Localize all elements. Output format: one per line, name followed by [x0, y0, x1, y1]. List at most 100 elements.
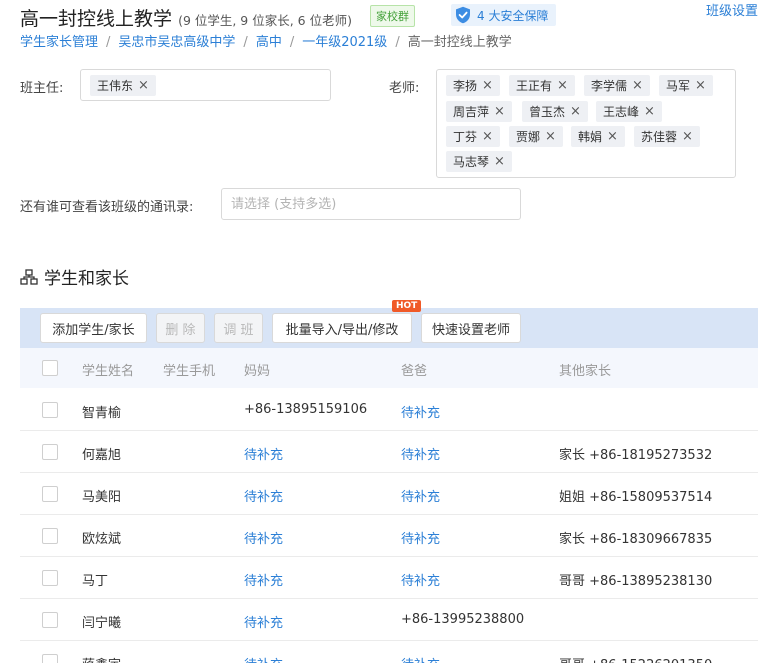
- remove-chip-icon[interactable]: ×: [557, 78, 568, 93]
- row-checkbox[interactable]: [42, 486, 58, 502]
- chip-label: 曾玉杰: [529, 105, 566, 119]
- dad-cell[interactable]: 待补充: [401, 528, 440, 547]
- dad-cell[interactable]: 待补充: [401, 654, 440, 663]
- teacher-chip: 李扬 ×: [446, 75, 500, 96]
- students-parents-section-title: 学生和家长: [20, 264, 129, 289]
- add-student-parent-button[interactable]: 添加学生/家长: [40, 313, 147, 343]
- chip-label: 马志琴: [453, 155, 490, 169]
- table-toolbar: 添加学生/家长 删 除 调 班 批量导入/导出/修改 快速设置老师: [20, 308, 758, 348]
- teacher-chip: 马军 ×: [659, 75, 713, 96]
- dad-cell: +86-13995238800: [401, 612, 525, 627]
- mom-cell[interactable]: 待补充: [244, 570, 283, 589]
- chip-label: 苏佳蓉: [641, 130, 678, 144]
- student-name-cell: 马丁: [82, 574, 109, 589]
- batch-import-export-button[interactable]: 批量导入/导出/修改: [272, 313, 412, 343]
- teacher-chip: 曾玉杰 ×: [522, 101, 588, 122]
- breadcrumb-separator: /: [106, 35, 111, 50]
- remove-chip-icon[interactable]: ×: [494, 154, 505, 169]
- viewers-select[interactable]: [221, 188, 521, 220]
- shield-check-icon: [456, 6, 470, 24]
- select-all-checkbox[interactable]: [42, 360, 58, 376]
- head-teacher-select[interactable]: 王伟东 ×: [80, 69, 331, 101]
- breadcrumb: 学生家长管理 / 吴忠市吴忠高级中学 / 高中 / 一年级2021级 / 高一封控线上教学: [20, 31, 512, 50]
- home-school-group-tag[interactable]: 家校群: [370, 5, 415, 27]
- mom-cell[interactable]: 待补充: [244, 486, 283, 505]
- table-row[interactable]: 闫宁曦 待补充 +86-13995238800: [20, 599, 758, 641]
- remove-chip-icon[interactable]: ×: [682, 129, 693, 144]
- remove-chip-icon[interactable]: ×: [545, 129, 556, 144]
- other-parent-cell: 哥哥 +86-15226201350: [559, 654, 712, 663]
- breadcrumb-separator: /: [243, 35, 248, 50]
- teacher-chip: 贾娜 ×: [509, 126, 563, 147]
- teachers-label: 老师:: [389, 81, 420, 96]
- dad-cell[interactable]: 待补充: [401, 444, 440, 463]
- table-row[interactable]: 马美阳 待补充 待补充 姐姐 +86-15809537514: [20, 473, 758, 515]
- row-checkbox[interactable]: [42, 444, 58, 460]
- teacher-chip: 马志琴 ×: [446, 151, 512, 172]
- org-tree-icon: [20, 268, 38, 285]
- remove-chip-icon[interactable]: ×: [494, 104, 505, 119]
- teacher-chip: 丁芬 ×: [446, 126, 500, 147]
- quick-set-teacher-button[interactable]: 快速设置老师: [421, 313, 521, 343]
- mom-cell[interactable]: 待补充: [244, 612, 283, 631]
- student-name-cell: 智青榆: [82, 406, 122, 421]
- chip-label: 丁芬: [453, 130, 478, 144]
- remove-chip-icon[interactable]: ×: [644, 104, 655, 119]
- dad-cell[interactable]: 待补充: [401, 570, 440, 589]
- transfer-class-button[interactable]: 调 班: [214, 313, 263, 343]
- row-checkbox[interactable]: [42, 528, 58, 544]
- chip-label: 王志峰: [603, 105, 640, 119]
- table-row[interactable]: 马丁 待补充 待补充 哥哥 +86-13895238130: [20, 557, 758, 599]
- teacher-chip: 王志峰 ×: [596, 101, 662, 122]
- remove-chip-icon[interactable]: ×: [570, 104, 581, 119]
- teacher-chip: 李学儒 ×: [584, 75, 650, 96]
- remove-chip-icon[interactable]: ×: [632, 78, 643, 93]
- teacher-chip: 周吉萍 ×: [446, 101, 512, 122]
- viewers-label: 还有谁可查看该班级的通讯录:: [20, 200, 194, 215]
- breadcrumb-item[interactable]: 吴忠市吴忠高级中学: [118, 35, 235, 50]
- row-checkbox[interactable]: [42, 402, 58, 418]
- table-row[interactable]: 欧炫斌 待补充 待补充 家长 +86-18309667835: [20, 515, 758, 557]
- breadcrumb-separator: /: [289, 35, 295, 50]
- security-badge[interactable]: 4 大安全保障: [451, 4, 557, 26]
- dad-cell[interactable]: 待补充: [401, 486, 440, 505]
- table-header: 学生姓名 学生手机 妈妈 爸爸 其他家长: [20, 348, 758, 388]
- breadcrumb-item[interactable]: 高中: [256, 35, 282, 50]
- chip-label: 王伟东: [97, 79, 134, 93]
- student-name-cell: 欧炫斌: [82, 532, 122, 547]
- remove-chip-icon[interactable]: ×: [482, 78, 493, 93]
- table-row[interactable]: 蒋鑫宇 待补充 待补充 哥哥 +86-15226201350: [20, 641, 758, 663]
- column-header: 爸爸: [401, 364, 428, 379]
- remove-chip-icon[interactable]: ×: [607, 129, 618, 144]
- teachers-select[interactable]: 李扬 × 王正有 × 李学儒 × 马军 × 周吉萍 × 曾玉杰 × 王志峰 × 丁芬 × 贾娜 ×…: [436, 69, 736, 178]
- remove-chip-icon[interactable]: ×: [138, 78, 149, 93]
- teacher-chip: 王正有 ×: [509, 75, 575, 96]
- row-checkbox[interactable]: [42, 612, 58, 628]
- remove-chip-icon[interactable]: ×: [695, 78, 706, 93]
- student-name-cell: 蒋鑫宇: [82, 654, 121, 663]
- row-checkbox[interactable]: [42, 654, 58, 663]
- dad-cell[interactable]: 待补充: [401, 402, 440, 421]
- section-title-text: 学生和家长: [44, 269, 129, 289]
- mom-cell[interactable]: 待补充: [244, 444, 283, 463]
- table-row[interactable]: 智青榆 +86-13895159106 待补充: [20, 389, 758, 431]
- class-name: 高一封控线上教学: [20, 8, 173, 30]
- breadcrumb-item[interactable]: 一年级2021级: [302, 35, 387, 50]
- member-counts: (9 位学生, 9 位家长, 6 位老师): [178, 13, 352, 28]
- student-name-cell: 何嘉旭: [82, 448, 122, 463]
- student-name-cell: 闫宁曦: [82, 616, 122, 631]
- mom-cell[interactable]: 待补充: [244, 654, 283, 663]
- chip-label: 马军: [666, 79, 691, 93]
- breadcrumb-item[interactable]: 学生家长管理: [20, 35, 98, 50]
- row-checkbox[interactable]: [42, 570, 58, 586]
- class-settings-link[interactable]: 班级设置: [706, 0, 758, 19]
- table-row[interactable]: 何嘉旭 待补充 待补充 家长 +86-18195273532: [20, 431, 758, 473]
- column-header: 学生姓名: [82, 364, 135, 379]
- remove-chip-icon[interactable]: ×: [482, 129, 493, 144]
- delete-button[interactable]: 删 除: [156, 313, 205, 343]
- other-parent-cell: 哥哥 +86-13895238130: [559, 574, 713, 589]
- mom-cell[interactable]: 待补充: [244, 528, 283, 547]
- page-header: 高一封控线上教学 (9 位学生, 9 位家长, 6 位老师) 家校群 4 大安全…: [20, 4, 760, 30]
- chip-label: 韩娟: [578, 130, 603, 144]
- chip-label: 周吉萍: [453, 105, 490, 119]
